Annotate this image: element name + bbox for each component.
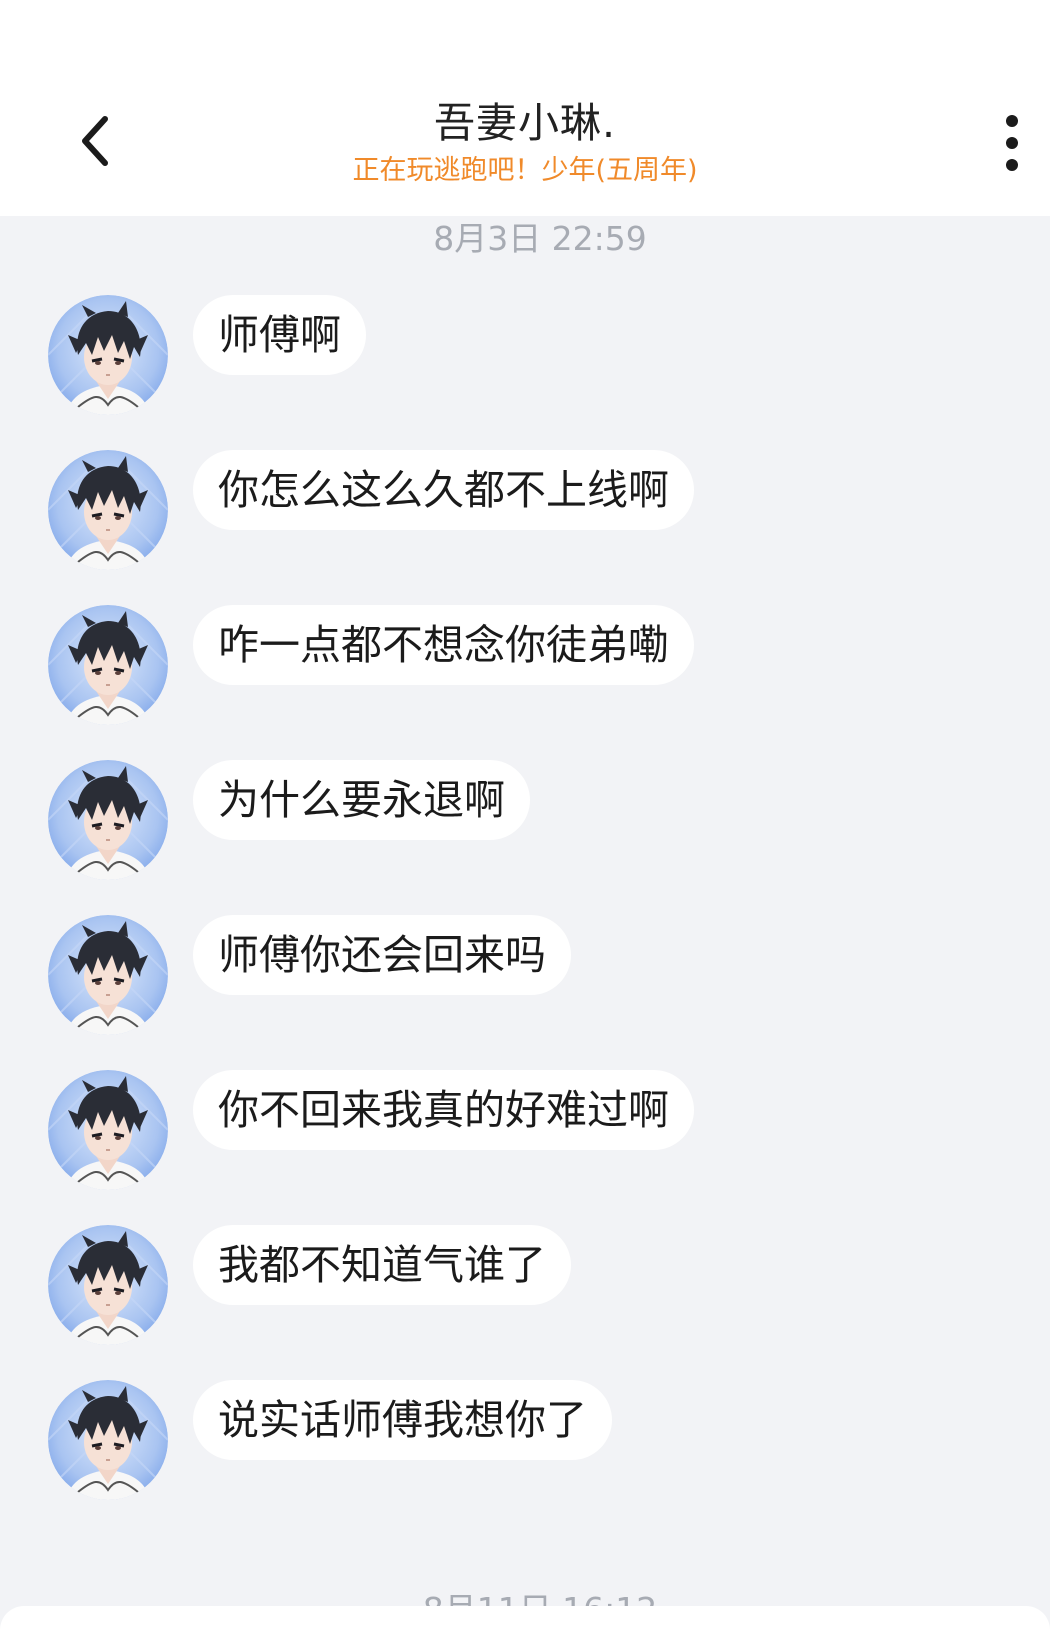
message-bubble[interactable]: 师傅啊: [193, 295, 366, 375]
avatar[interactable]: [48, 760, 168, 880]
message-timestamp: 8月3日 22:59: [433, 219, 647, 258]
contact-name: 吾妻小琳.: [433, 99, 617, 147]
avatar[interactable]: [48, 1380, 168, 1500]
more-vertical-icon: [1006, 115, 1018, 171]
message-bubble[interactable]: 咋一点都不想念你徒弟嘞: [193, 605, 694, 685]
message-row: 你不回来我真的好难过啊: [48, 1070, 1008, 1190]
message-bubble[interactable]: 为什么要永退啊: [193, 760, 530, 840]
message-row: 为什么要永退啊: [48, 760, 1008, 880]
avatar[interactable]: [48, 450, 168, 570]
message-row: 师傅啊: [48, 295, 1008, 415]
message-row: 师傅你还会回来吗: [48, 915, 1008, 1035]
avatar[interactable]: [48, 1070, 168, 1190]
message-bubble[interactable]: 我都不知道气谁了: [193, 1225, 571, 1305]
avatar[interactable]: [48, 605, 168, 725]
avatar[interactable]: [48, 1225, 168, 1345]
input-panel: [0, 1606, 1050, 1646]
message-bubble[interactable]: 你不回来我真的好难过啊: [193, 1070, 694, 1150]
avatar[interactable]: [48, 295, 168, 415]
contact-status: 正在玩逃跑吧！少年(五周年): [352, 155, 698, 186]
chat-header: 吾妻小琳. 正在玩逃跑吧！少年(五周年): [0, 0, 1050, 216]
conversation-title-area: 吾妻小琳. 正在玩逃跑吧！少年(五周年): [0, 96, 1050, 190]
message-bubble[interactable]: 师傅你还会回来吗: [193, 915, 571, 995]
more-options-button[interactable]: [990, 108, 1034, 178]
message-row: 我都不知道气谁了: [48, 1225, 1008, 1345]
message-bubble[interactable]: 你怎么这么久都不上线啊: [193, 450, 694, 530]
message-row: 咋一点都不想念你徒弟嘞: [48, 605, 1008, 725]
message-row: 说实话师傅我想你了: [48, 1380, 1008, 1500]
avatar[interactable]: [48, 915, 168, 1035]
message-bubble[interactable]: 说实话师傅我想你了: [193, 1380, 612, 1460]
message-row: 你怎么这么久都不上线啊: [48, 450, 1008, 570]
